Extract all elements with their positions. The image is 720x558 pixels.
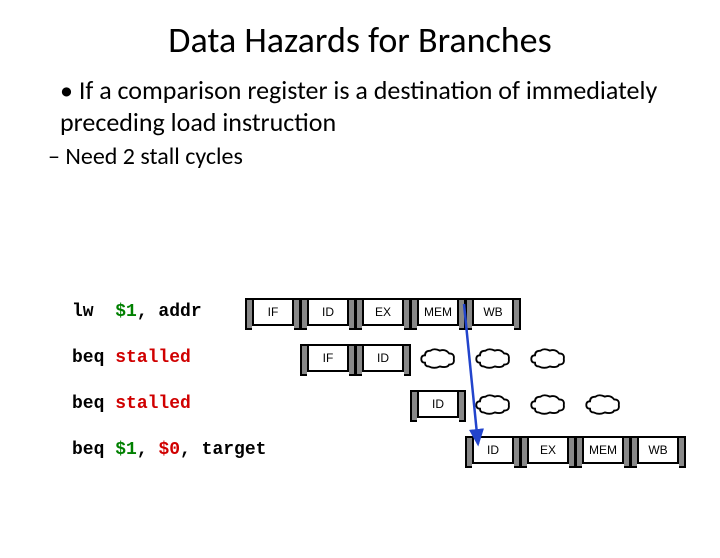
slide-title: Data Hazards for Branches (0, 18, 720, 62)
stage-IF: IF (307, 344, 349, 372)
instr-2-op: beq (72, 394, 104, 414)
stage-MEM: MEM (582, 436, 624, 464)
stage-WB: WB (637, 436, 679, 464)
stage-MEM: MEM (417, 298, 459, 326)
instr-1-op: beq (72, 348, 104, 368)
pipeline-diagram: lw $1, addr IF ID EX MEM WB beq stalled … (72, 298, 692, 482)
instr-2: beq stalled (72, 394, 191, 414)
instr-3-op: beq (72, 440, 104, 460)
instr-1: beq stalled (72, 348, 191, 368)
instr-0-reg: $1 (115, 302, 137, 322)
bullet-item-1: If a comparison register is a destinatio… (60, 74, 660, 138)
instr-3-reg2: $0 (158, 440, 180, 460)
instr-2-note: stalled (115, 394, 191, 414)
instr-3: beq $1, $0, target (72, 440, 266, 460)
instr-3-reg1: $1 (115, 440, 137, 460)
instr-0-op: lw (72, 302, 94, 322)
forwarding-arrow-icon (462, 298, 492, 463)
stage-ID: ID (307, 298, 349, 326)
pipeline-row-1: beq stalled IF ID (72, 344, 692, 378)
instr-0: lw $1, addr (72, 302, 202, 322)
instr-1-note: stalled (115, 348, 191, 368)
pipeline-row-0: lw $1, addr IF ID EX MEM WB (72, 298, 692, 332)
stage-IF: IF (252, 298, 294, 326)
pipeline-row-2: beq stalled ID (72, 390, 692, 424)
bullet-item-2: Need 2 stall cycles (48, 142, 720, 171)
bullet-list-1: If a comparison register is a destinatio… (60, 74, 660, 138)
bubble-icon (529, 346, 567, 372)
stage-ID: ID (417, 390, 459, 418)
pipeline-row-3: beq $1, $0, target ID EX MEM WB (72, 436, 692, 470)
bubble-icon (419, 346, 457, 372)
stage-EX: EX (527, 436, 569, 464)
bubble-icon (584, 392, 622, 418)
stage-EX: EX (362, 298, 404, 326)
instr-0-rest: , addr (137, 302, 202, 322)
bullet-list-2: Need 2 stall cycles (48, 142, 720, 171)
bubble-icon (529, 392, 567, 418)
stage-ID: ID (362, 344, 404, 372)
